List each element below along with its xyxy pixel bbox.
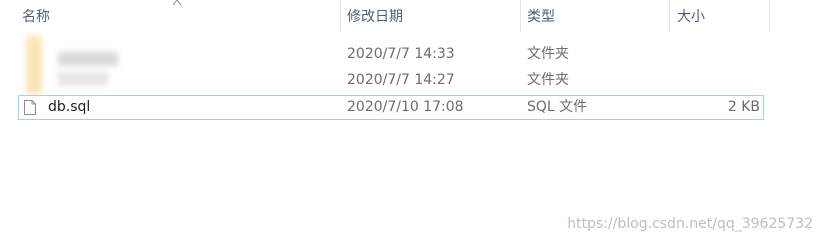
file-type: SQL 文件 [527,99,588,115]
column-divider[interactable] [769,0,770,32]
file-modified-date: 2020/7/10 17:08 [347,99,464,115]
file-type: 文件夹 [527,72,569,88]
column-divider[interactable] [520,0,521,32]
file-size: 2 KB [727,99,760,115]
column-header-bar: 名称 修改日期 类型 大小 [0,0,823,32]
list-item[interactable]: 2020/7/7 14:27 文件夹 [18,68,764,93]
file-modified-date: 2020/7/7 14:27 [347,72,455,88]
column-header-name[interactable]: 名称 [22,0,50,32]
column-divider[interactable] [669,0,670,32]
sort-ascending-icon [172,0,182,6]
file-name[interactable]: db.sql [48,95,90,120]
file-modified-date: 2020/7/7 14:33 [347,46,455,62]
column-header-type[interactable]: 类型 [527,0,555,32]
file-size [670,42,760,67]
file-size [670,68,760,93]
column-header-size[interactable]: 大小 [677,0,705,32]
file-type: 文件夹 [527,46,569,62]
list-item-selected[interactable]: db.sql 2020/7/10 17:08 SQL 文件 2 KB [18,95,764,120]
column-header-modified[interactable]: 修改日期 [347,0,403,32]
list-item[interactable]: 2020/7/7 14:33 文件夹 [18,42,764,67]
watermark-text: https://blog.csdn.net/qq_39625732 [567,216,813,232]
column-divider[interactable] [340,0,341,32]
file-icon [24,100,36,115]
